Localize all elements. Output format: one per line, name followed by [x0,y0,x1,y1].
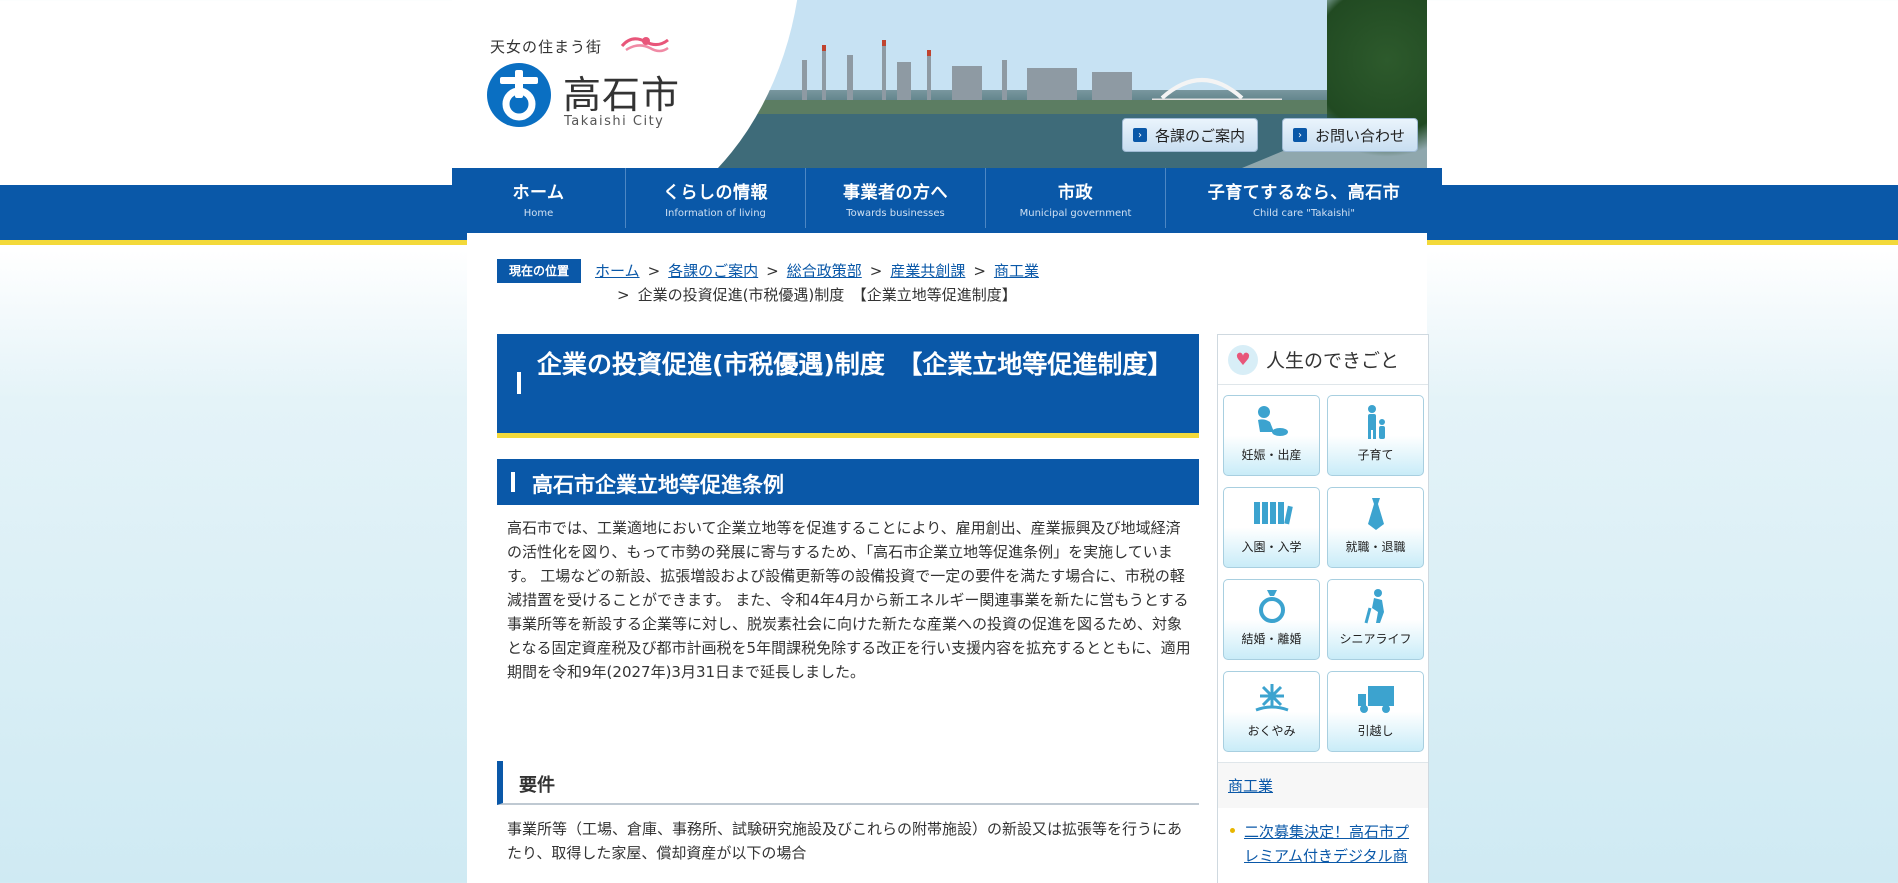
nav-label: ホーム [512,182,565,203]
nav-municipal[interactable]: 市政 Municipal government [986,168,1166,228]
nav-living[interactable]: くらしの情報 Information of living [626,168,806,228]
breadcrumb-separator: > [869,262,883,280]
departments-button-label: 各課のご案内 [1155,126,1246,145]
tile-moving[interactable]: 引越し [1327,671,1424,752]
nav-label: 市政 [1058,182,1093,203]
tile-label: 結婚・離婚 [1241,632,1302,646]
tile-label: 就職・退職 [1345,540,1406,554]
life-events-sidebar: ♥ 人生のできごと 妊娠・出産 子育て 入園・入学 就職・退職 結婚・離婚 シニ… [1217,334,1429,883]
nav-sublabel: Child care "Takaishi" [1253,207,1355,219]
nav-business[interactable]: 事業者の方へ Towards businesses [806,168,986,228]
breadcrumb-separator: > [766,262,779,280]
list-item: 二次募集決定！高石市プレミアム付きデジタル商 [1228,820,1418,868]
current-location-badge: 現在の位置 [497,259,582,283]
nav-sublabel: Home [523,207,554,219]
tile-label: 妊娠・出産 [1241,448,1302,462]
tile-label: 引越し [1357,724,1394,738]
nav-sublabel: Municipal government [1019,207,1132,219]
breadcrumb-link-industry[interactable]: 産業共創課 [890,262,965,280]
nav-label: くらしの情報 [663,182,768,203]
breadcrumb-separator: > [973,262,986,280]
breadcrumb-link-commerce[interactable]: 商工業 [994,262,1039,280]
chevron-right-icon: › [1133,128,1147,142]
title-bar-mark [517,372,521,394]
heart-icon: ♥ [1228,344,1258,375]
tile-school[interactable]: 入園・入学 [1223,487,1320,568]
sidebar-title: 人生のできごと [1266,350,1400,372]
page-title: 企業の投資促進(市税優遇)制度 【企業立地等促進制度】 [537,350,1173,379]
breadcrumb-current: 企業の投資促進(市税優遇)制度 【企業立地等促進制度】 [637,286,1017,304]
nav-label: 子育てするなら、高石市 [1207,182,1401,203]
tile-senior[interactable]: シニアライフ [1327,579,1424,660]
section-heading: 高石市企業立地等促進条例 [497,459,1199,505]
tile-marriage[interactable]: 結婚・離婚 [1223,579,1320,660]
global-nav: ホーム Home くらしの情報 Information of living 事業… [452,168,1442,228]
parent-child-icon [1367,405,1385,439]
breadcrumb: 現在の位置 ホーム > 各課のご案内 > 総合政策部 > 産業共創課 > 商工業 > 企業の投資促進… [497,259,1217,307]
baby-icon [1257,406,1288,436]
nav-home[interactable]: ホーム Home [452,168,626,228]
related-list: 二次募集決定！高石市プレミアム付きデジタル商 [1218,808,1428,868]
contact-button-label: お問い合わせ [1315,126,1406,145]
breadcrumb-separator: > [617,286,630,304]
sidebar-header: ♥ 人生のできごと [1218,335,1428,385]
requirements-paragraph: 事業所等（工場、倉庫、事務所、試験研究施設及びこれらの附帯施設）の新設又は拡張等… [507,820,1183,862]
tagline: 天女の住まう街 [490,38,603,56]
tile-label: シニアライフ [1339,632,1412,646]
section-heading-text: 高石市企業立地等促進条例 [532,473,784,497]
tile-label: おくやみ [1247,724,1296,738]
nav-label: 事業者の方へ [843,182,948,203]
site-header: 天女の住まう街 高石市 Takaishi City › 各課のご案内 › お問い… [452,0,1427,168]
flower-icon [1254,684,1289,712]
breadcrumb-link-departments[interactable]: 各課のご案内 [668,262,758,280]
tile-label: 入園・入学 [1241,540,1302,554]
page-wrapper: 天女の住まう街 高石市 Takaishi City › 各課のご案内 › お問い… [452,0,1442,883]
category-box: 商工業 [1218,762,1428,808]
departments-button[interactable]: › 各課のご案内 [1122,118,1259,152]
breadcrumb-link-home[interactable]: ホーム [595,262,640,280]
breadcrumb-separator: > [647,262,661,280]
nav-sublabel: Towards businesses [846,207,945,219]
city-name-english: Takaishi City [564,114,665,129]
tile-label: 子育て [1357,448,1394,462]
truck-icon [1357,686,1394,713]
city-name: 高石市 [563,73,681,117]
nav-childcare[interactable]: 子育てするなら、高石市 Child care "Takaishi" [1166,168,1442,228]
tile-condolence[interactable]: おくやみ [1223,671,1320,752]
tile-employment[interactable]: 就職・退職 [1327,487,1424,568]
tile-childcare[interactable]: 子育て [1327,395,1424,476]
breadcrumb-link-policy[interactable]: 総合政策部 [787,262,862,280]
category-link[interactable]: 商工業 [1228,777,1273,795]
necktie-icon [1367,498,1384,530]
life-events-grid: 妊娠・出産 子育て 入園・入学 就職・退職 結婚・離婚 シニアライフ おくやみ … [1218,385,1428,762]
school-bags-icon [1253,502,1293,525]
city-emblem-icon [487,63,551,127]
senior-icon [1364,589,1384,624]
heading-bar-mark [511,472,515,492]
subsection-heading: 要件 [497,761,1199,805]
page-title-box: 企業の投資促進(市税優遇)制度 【企業立地等促進制度】 [497,334,1199,438]
chevron-right-icon: › [1293,128,1307,142]
content-panel: 現在の位置 ホーム > 各課のご案内 > 総合政策部 > 産業共創課 > 商工業 > 企業の投資促進… [467,233,1429,883]
tile-pregnancy[interactable]: 妊娠・出産 [1223,395,1320,476]
ring-icon [1258,590,1285,623]
nav-sublabel: Information of living [665,207,766,219]
related-link[interactable]: 二次募集決定！高石市プレミアム付きデジタル商 [1244,823,1409,865]
intro-paragraph: 高石市では、工業適地において企業立地等を促進することにより、雇用創出、産業振興及… [507,519,1191,681]
contact-button[interactable]: › お問い合わせ [1282,118,1419,152]
tennyo-mascot-icon [620,37,669,53]
